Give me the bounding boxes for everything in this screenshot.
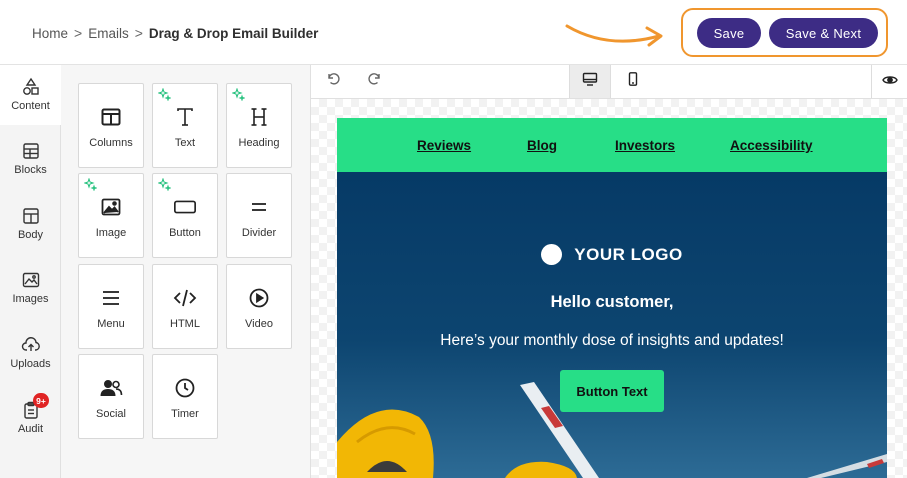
save-and-next-button[interactable]: Save & Next	[769, 18, 878, 48]
save-button[interactable]: Save	[697, 18, 761, 48]
email-heading[interactable]: Hello customer,	[337, 293, 887, 312]
mobile-icon	[628, 72, 638, 91]
email-subtitle[interactable]: Here’s your monthly dose of insights and…	[337, 332, 887, 350]
play-icon	[247, 286, 271, 310]
sidebar-item-label: Blocks	[14, 164, 47, 176]
email-nav-link[interactable]: Investors	[615, 138, 675, 153]
users-icon	[99, 376, 123, 400]
sidebar-item-blocks[interactable]: Blocks	[0, 129, 61, 189]
text-icon	[173, 105, 197, 129]
tool-label: Divider	[241, 227, 277, 239]
tool-label: Timer	[171, 408, 199, 420]
content-tools-panel: Columns Text Heading Image Button Divide…	[61, 65, 311, 478]
annotation-arrow-icon	[565, 24, 663, 47]
sidebar-item-images[interactable]: Images	[0, 258, 61, 318]
email-menu-row[interactable]: Reviews Blog Investors Accessibility	[337, 118, 887, 172]
image-icon	[21, 270, 41, 290]
button-icon	[173, 195, 197, 219]
email-cta-button[interactable]: Button Text	[560, 370, 664, 412]
breadcrumb-emails[interactable]: Emails	[88, 26, 129, 41]
email-canvas[interactable]: Reviews Blog Investors Accessibility YOU…	[311, 99, 907, 478]
heading-icon	[247, 105, 271, 129]
breadcrumb: Home > Emails > Drag & Drop Email Builde…	[32, 25, 318, 41]
tool-label: Video	[245, 318, 273, 330]
tool-label: Heading	[238, 137, 280, 149]
columns-icon	[99, 105, 123, 129]
tool-columns[interactable]: Columns	[78, 83, 144, 168]
tool-heading[interactable]: Heading	[226, 83, 292, 168]
divider-icon	[247, 195, 271, 219]
redo-button[interactable]	[363, 65, 387, 98]
ai-sparkle-icon	[83, 177, 98, 196]
canvas-toolbar	[311, 65, 907, 99]
sidebar-item-label: Audit	[17, 423, 44, 435]
shapes-icon	[21, 77, 41, 97]
tool-social[interactable]: Social	[78, 354, 144, 439]
tool-label: Social	[96, 408, 126, 420]
sidebar-item-body[interactable]: Body	[0, 194, 61, 254]
sidebar-item-label: Images	[12, 293, 49, 305]
tool-timer[interactable]: Timer	[152, 354, 218, 439]
mobile-view-button[interactable]	[613, 65, 653, 98]
eye-icon	[881, 73, 898, 91]
undo-icon	[326, 72, 340, 91]
menu-icon	[99, 286, 123, 310]
email-hero-section[interactable]: YOUR LOGO Hello customer, Here’s your mo…	[337, 172, 887, 478]
save-actions-highlight: Save Save & Next	[681, 8, 888, 57]
layout-icon	[21, 206, 41, 226]
sidebar-item-label: Body	[17, 229, 44, 241]
email-builder-app: Home > Emails > Drag & Drop Email Builde…	[0, 0, 907, 478]
logo-text: YOUR LOGO	[574, 244, 683, 264]
email-logo[interactable]: YOUR LOGO	[337, 244, 887, 265]
tool-label: Text	[174, 137, 196, 149]
tool-label: Button	[169, 227, 201, 239]
desktop-view-button[interactable]	[569, 65, 611, 98]
blocks-icon	[21, 141, 41, 161]
breadcrumb-separator: >	[74, 25, 83, 41]
email-nav-link[interactable]: Blog	[527, 138, 557, 153]
tool-divider[interactable]: Divider	[226, 173, 292, 258]
audit-count-badge: 9+	[33, 393, 49, 408]
tool-image[interactable]: Image	[78, 173, 144, 258]
tool-text[interactable]: Text	[152, 83, 218, 168]
left-sidebar: Content Blocks Body Images Uploads 9+ Au…	[0, 65, 61, 478]
ai-sparkle-icon	[157, 177, 172, 196]
logo-circle-icon	[541, 244, 563, 265]
code-icon	[173, 286, 197, 310]
cloud-upload-icon	[21, 335, 41, 355]
breadcrumb-separator: >	[134, 25, 143, 41]
top-header: Home > Emails > Drag & Drop Email Builde…	[0, 0, 907, 65]
sidebar-item-audit[interactable]: 9+ Audit	[0, 388, 61, 448]
ai-sparkle-icon	[231, 87, 246, 106]
tool-label: HTML	[170, 318, 200, 330]
breadcrumb-home[interactable]: Home	[32, 26, 68, 41]
sidebar-item-uploads[interactable]: Uploads	[0, 323, 61, 383]
redo-icon	[368, 72, 382, 91]
tool-html[interactable]: HTML	[152, 264, 218, 349]
undo-button[interactable]	[321, 65, 345, 98]
tool-video[interactable]: Video	[226, 264, 292, 349]
desktop-icon	[582, 72, 598, 91]
sidebar-item-content[interactable]: Content	[0, 65, 61, 125]
hero-background-image	[337, 382, 887, 478]
breadcrumb-current: Drag & Drop Email Builder	[148, 25, 319, 41]
tool-label: Columns	[89, 137, 133, 149]
sidebar-item-label: Uploads	[10, 358, 51, 370]
email-nav-link[interactable]: Reviews	[417, 138, 471, 153]
tool-button[interactable]: Button	[152, 173, 218, 258]
tool-label: Image	[95, 227, 127, 239]
clock-icon	[173, 376, 197, 400]
ai-sparkle-icon	[157, 87, 172, 106]
image-icon	[99, 195, 123, 219]
tool-label: Menu	[97, 318, 125, 330]
email-preview[interactable]: Reviews Blog Investors Accessibility YOU…	[337, 118, 887, 478]
email-nav-link[interactable]: Accessibility	[730, 138, 813, 153]
preview-button[interactable]	[871, 65, 907, 98]
sidebar-item-label: Content	[11, 100, 50, 112]
tool-menu[interactable]: Menu	[78, 264, 144, 349]
